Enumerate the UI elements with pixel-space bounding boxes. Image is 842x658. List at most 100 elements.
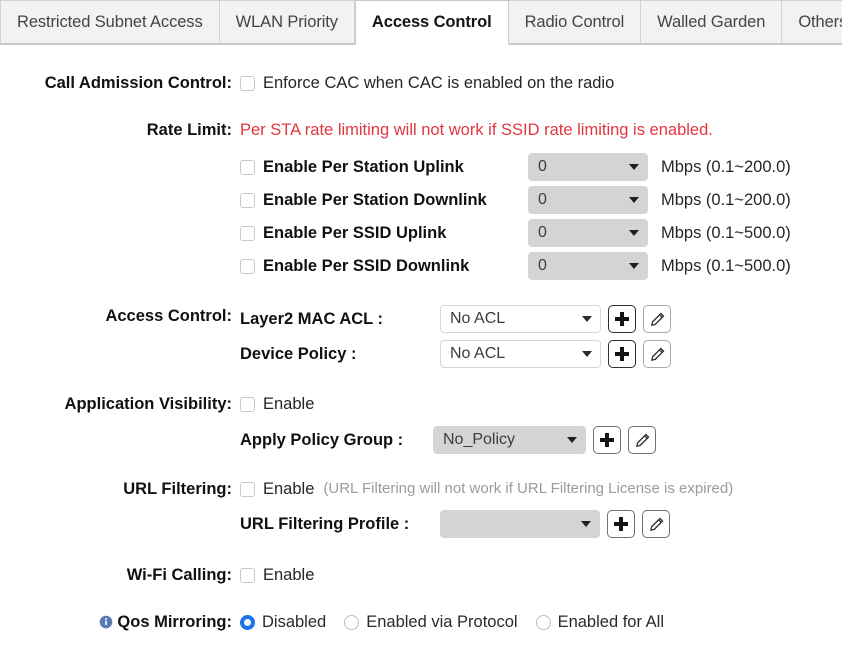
qos-mirroring-label-wrap: Qos Mirroring: [0, 611, 240, 635]
row-per-station-downlink: Enable Per Station Downlink 0 Mbps (0.1~… [0, 186, 842, 214]
tab-label: Radio Control [524, 12, 625, 31]
tab-label: Others [798, 12, 842, 31]
device-policy-select[interactable]: No ACL [440, 340, 601, 368]
row-per-station-uplink: Enable Per Station Uplink 0 Mbps (0.1~20… [0, 153, 842, 181]
select-value: 0 [538, 158, 547, 175]
chevron-down-icon [582, 316, 592, 322]
application-visibility-enable-label: Enable [263, 395, 315, 413]
select-value: 0 [538, 257, 547, 274]
qos-radio-enabled-via-protocol-label: Enabled via Protocol [366, 613, 518, 631]
per-station-uplink-select[interactable]: 0 [528, 153, 648, 181]
per-ssid-uplink-label: Enable Per SSID Uplink [263, 224, 447, 242]
edit-device-policy-button[interactable] [643, 340, 671, 368]
per-station-downlink-select[interactable]: 0 [528, 186, 648, 214]
enforce-cac-checkbox[interactable] [240, 75, 255, 91]
wifi-calling-checkbox[interactable] [240, 567, 255, 583]
device-policy-label: Device Policy : [240, 345, 357, 363]
enforce-cac-label: Enforce CAC when CAC is enabled on the r… [263, 74, 615, 92]
pencil-icon [650, 347, 664, 361]
application-visibility-checkbox[interactable] [240, 396, 255, 412]
wifi-calling-label: Wi-Fi Calling: [126, 566, 232, 584]
tab-label: Access Control [371, 13, 492, 31]
edit-policy-group-button[interactable] [628, 426, 656, 454]
select-value: No ACL [450, 310, 506, 327]
chevron-down-icon [629, 263, 639, 269]
chevron-down-icon [582, 351, 592, 357]
tab-label: Walled Garden [657, 12, 766, 31]
per-ssid-downlink-select[interactable]: 0 [528, 252, 648, 280]
per-station-uplink-checkbox[interactable] [240, 159, 255, 175]
row-apply-policy-group: Apply Policy Group : No_Policy [0, 426, 842, 454]
row-application-visibility: Application Visibility: Enable [0, 393, 842, 415]
pencil-icon [649, 517, 663, 531]
plus-icon [600, 433, 614, 447]
url-filtering-profile-label: URL Filtering Profile : [240, 515, 410, 533]
per-ssid-uplink-unit: Mbps (0.1~500.0) [661, 224, 791, 242]
chevron-down-icon [581, 521, 591, 527]
row-layer2-mac-acl: Access Control: Layer2 MAC ACL : No ACL [0, 305, 842, 333]
application-visibility-label: Application Visibility: [64, 395, 232, 413]
apply-policy-group-select[interactable]: No_Policy [433, 426, 586, 454]
tab-label: Restricted Subnet Access [17, 12, 203, 31]
select-value: No_Policy [443, 431, 516, 448]
row-wifi-calling: Wi-Fi Calling: Enable [0, 564, 842, 586]
pencil-icon [650, 312, 664, 326]
row-per-ssid-downlink: Enable Per SSID Downlink 0 Mbps (0.1~500… [0, 252, 842, 280]
per-station-downlink-unit: Mbps (0.1~200.0) [661, 191, 791, 209]
tab-access-control[interactable]: Access Control [354, 0, 509, 45]
row-call-admission-control: Call Admission Control: Enforce CAC when… [0, 72, 842, 94]
qos-radio-enabled-for-all-label: Enabled for All [557, 613, 664, 631]
call-admission-control-label: Call Admission Control: [44, 74, 232, 92]
access-control-form: Call Admission Control: Enforce CAC when… [0, 45, 842, 635]
tab-walled-garden[interactable]: Walled Garden [641, 0, 783, 44]
qos-radio-disabled-label: Disabled [262, 613, 327, 631]
add-layer2-mac-acl-button[interactable] [608, 305, 636, 333]
add-policy-group-button[interactable] [593, 426, 621, 454]
qos-radio-enabled-via-protocol[interactable] [344, 614, 360, 630]
edit-layer2-mac-acl-button[interactable] [643, 305, 671, 333]
row-rate-limit: Rate Limit: Per STA rate limiting will n… [0, 119, 842, 141]
tab-wlan-priority[interactable]: WLAN Priority [219, 0, 355, 44]
per-station-uplink-label: Enable Per Station Uplink [263, 158, 464, 176]
per-station-downlink-checkbox[interactable] [240, 192, 255, 208]
per-station-uplink-unit: Mbps (0.1~200.0) [661, 158, 791, 176]
select-value: No ACL [450, 345, 506, 362]
qos-radio-enabled-for-all[interactable] [535, 614, 551, 630]
pencil-icon [635, 433, 649, 447]
tab-restricted-subnet-access[interactable]: Restricted Subnet Access [0, 0, 220, 44]
per-ssid-downlink-checkbox[interactable] [240, 258, 255, 274]
tab-others[interactable]: Others [782, 0, 842, 44]
layer2-mac-acl-select[interactable]: No ACL [440, 305, 601, 333]
qos-mirroring-label: Qos Mirroring: [117, 613, 232, 631]
plus-icon [614, 517, 628, 531]
qos-radio-disabled[interactable] [240, 614, 255, 630]
access-control-label: Access Control: [105, 307, 232, 325]
rate-limit-warning: Per STA rate limiting will not work if S… [240, 121, 713, 139]
add-device-policy-button[interactable] [608, 340, 636, 368]
url-filtering-checkbox[interactable] [240, 481, 255, 497]
row-device-policy: Device Policy : No ACL [0, 340, 842, 368]
per-ssid-downlink-label: Enable Per SSID Downlink [263, 257, 470, 275]
add-url-filtering-profile-button[interactable] [607, 510, 635, 538]
apply-policy-group-label: Apply Policy Group : [240, 431, 404, 449]
chevron-down-icon [629, 164, 639, 170]
chevron-down-icon [629, 197, 639, 203]
wifi-calling-enable-label: Enable [263, 566, 315, 584]
url-filtering-enable-label: Enable [263, 480, 315, 498]
row-qos-mirroring: Qos Mirroring: Disabled Enabled via Prot… [0, 611, 842, 635]
row-per-ssid-uplink: Enable Per SSID Uplink 0 Mbps (0.1~500.0… [0, 219, 842, 247]
url-filtering-label: URL Filtering: [123, 480, 232, 498]
plus-icon [615, 312, 629, 326]
tab-strip: Restricted Subnet Access WLAN Priority A… [0, 0, 842, 45]
chevron-down-icon [629, 230, 639, 236]
url-filtering-profile-select[interactable] [440, 510, 600, 538]
per-station-downlink-label: Enable Per Station Downlink [263, 191, 487, 209]
url-filtering-hint: (URL Filtering will not work if URL Filt… [323, 480, 734, 497]
tab-radio-control[interactable]: Radio Control [508, 0, 642, 44]
per-ssid-uplink-checkbox[interactable] [240, 225, 255, 241]
per-ssid-uplink-select[interactable]: 0 [528, 219, 648, 247]
row-url-filtering-profile: URL Filtering Profile : [0, 510, 842, 538]
info-icon[interactable] [99, 613, 113, 635]
edit-url-filtering-profile-button[interactable] [642, 510, 670, 538]
per-ssid-downlink-unit: Mbps (0.1~500.0) [661, 257, 791, 275]
